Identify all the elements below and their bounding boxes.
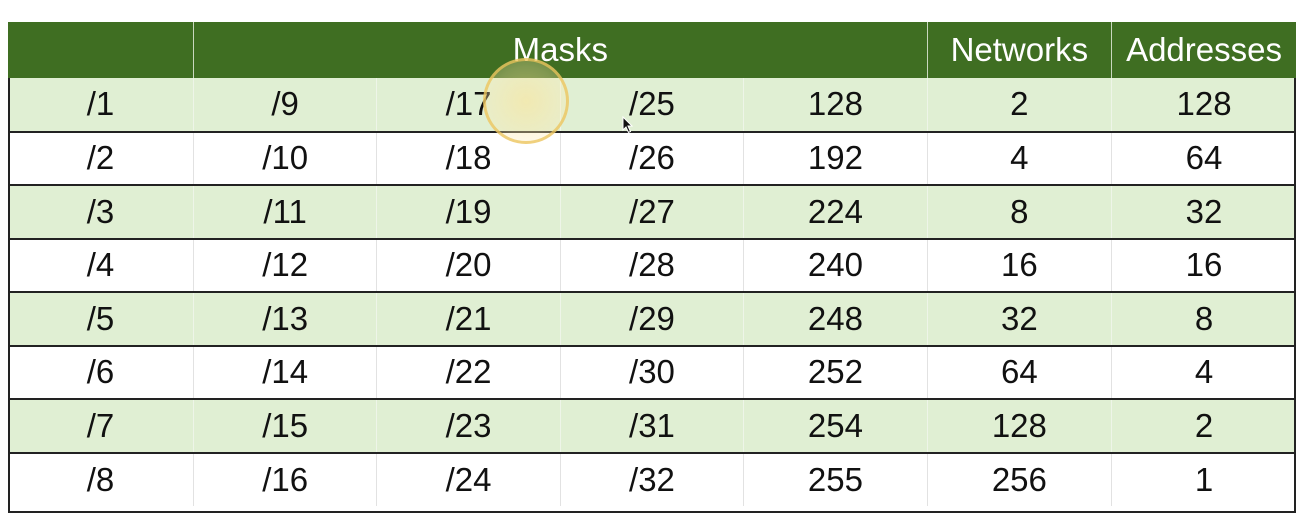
- cidr-col-2-cell: /11: [192, 185, 377, 239]
- addresses-value-cell: 32: [1111, 185, 1296, 239]
- cidr-col-4-cell: /32: [559, 452, 744, 506]
- networks-value-cell: 16: [926, 238, 1112, 292]
- cidr-col-3-cell: /19: [376, 185, 561, 239]
- cidr-col-4-cell: /27: [559, 185, 744, 239]
- table-row: /6/14/22/30 252 64 4: [8, 345, 1296, 399]
- cidr-col-1-cell: /1: [8, 78, 194, 132]
- cidr-col-2-cell: /10: [192, 131, 377, 185]
- cidr-col-2-cell: /16: [192, 452, 377, 506]
- table-row: /1/9/17/25 128 2 128: [8, 78, 1296, 132]
- cidr-col-3-cell: /23: [376, 399, 561, 453]
- addresses-value-cell: 128: [1111, 78, 1296, 132]
- subnet-mask-table: Masks Networks Addresses /1/9/17/25 128 2 1…: [8, 22, 1296, 506]
- cidr-col-1-cell: /8: [8, 452, 194, 506]
- cidr-col-4-cell: /25: [559, 78, 744, 132]
- networks-value-cell: 8: [926, 185, 1112, 239]
- addresses-value-cell: 16: [1111, 238, 1296, 292]
- addresses-value-cell: 1: [1111, 452, 1296, 506]
- table-row: /3/11/19/27 224 8 32: [8, 185, 1296, 239]
- table-border-right: [1294, 78, 1296, 512]
- cidr-col-2-cell: /15: [192, 399, 377, 453]
- mask-value-cell: 254: [743, 399, 928, 453]
- cidr-col-1-cell: /7: [8, 399, 194, 453]
- cidr-col-2-cell: /13: [192, 292, 377, 346]
- networks-value-cell: 128: [926, 399, 1112, 453]
- mask-value-cell: 192: [743, 131, 928, 185]
- mask-value-cell: 240: [743, 238, 928, 292]
- table-row: /5/13/21/29 248 32 8: [8, 292, 1296, 346]
- cidr-col-1-cell: /4: [8, 238, 194, 292]
- networks-value-cell: 32: [926, 292, 1112, 346]
- cidr-col-4-cell: /26: [559, 131, 744, 185]
- mask-value-cell: 128: [743, 78, 928, 132]
- table-row: /2/10/18/26 192 4 64: [8, 131, 1296, 185]
- cidr-col-3-cell: /22: [376, 345, 561, 399]
- addresses-value-cell: 4: [1111, 345, 1296, 399]
- addresses-value-cell: 8: [1111, 292, 1296, 346]
- cidr-col-4-cell: /31: [559, 399, 744, 453]
- header-masks: Masks: [192, 22, 928, 78]
- mask-value-cell: 248: [743, 292, 928, 346]
- subnet-mask-table-container: Masks Networks Addresses /1/9/17/25 128 2 1…: [8, 22, 1296, 506]
- table-row: /7/15/23/31 254 128 2: [8, 399, 1296, 453]
- table-border-left: [8, 78, 10, 512]
- cidr-col-4-cell: /28: [559, 238, 744, 292]
- cidr-col-1-cell: /2: [8, 131, 194, 185]
- header-addresses: Addresses: [1111, 22, 1296, 78]
- cidr-col-2-cell: /12: [192, 238, 377, 292]
- cidr-col-3-cell: /20: [376, 238, 561, 292]
- mask-value-cell: 252: [743, 345, 928, 399]
- cidr-col-3-cell: /18: [376, 131, 561, 185]
- networks-value-cell: 256: [926, 452, 1112, 506]
- cidr-col-4-cell: /29: [559, 292, 744, 346]
- table-body: /1/9/17/25 128 2 128/2/10/18/26 192 4 64/3/11/…: [8, 78, 1296, 506]
- header-networks: Networks: [926, 22, 1112, 78]
- mask-value-cell: 255: [743, 452, 928, 506]
- cidr-col-3-cell: /24: [376, 452, 561, 506]
- networks-value-cell: 4: [926, 131, 1112, 185]
- cidr-col-1-cell: /5: [8, 292, 194, 346]
- table-border-bottom: [8, 511, 1296, 513]
- header-corner-cell: [8, 22, 194, 78]
- cidr-col-4-cell: /30: [559, 345, 744, 399]
- table-row: /8/16/24/32 255 256 1: [8, 452, 1296, 506]
- cidr-col-1-cell: /3: [8, 185, 194, 239]
- cidr-col-2-cell: /14: [192, 345, 377, 399]
- cidr-col-1-cell: /6: [8, 345, 194, 399]
- networks-value-cell: 64: [926, 345, 1112, 399]
- mask-value-cell: 224: [743, 185, 928, 239]
- table-row: /4/12/20/28 240 16 16: [8, 238, 1296, 292]
- cidr-col-3-cell: /17: [376, 78, 561, 132]
- cidr-col-2-cell: /9: [192, 78, 377, 132]
- addresses-value-cell: 2: [1111, 399, 1296, 453]
- table-header-row: Masks Networks Addresses: [8, 22, 1296, 78]
- addresses-value-cell: 64: [1111, 131, 1296, 185]
- cidr-col-3-cell: /21: [376, 292, 561, 346]
- networks-value-cell: 2: [926, 78, 1112, 132]
